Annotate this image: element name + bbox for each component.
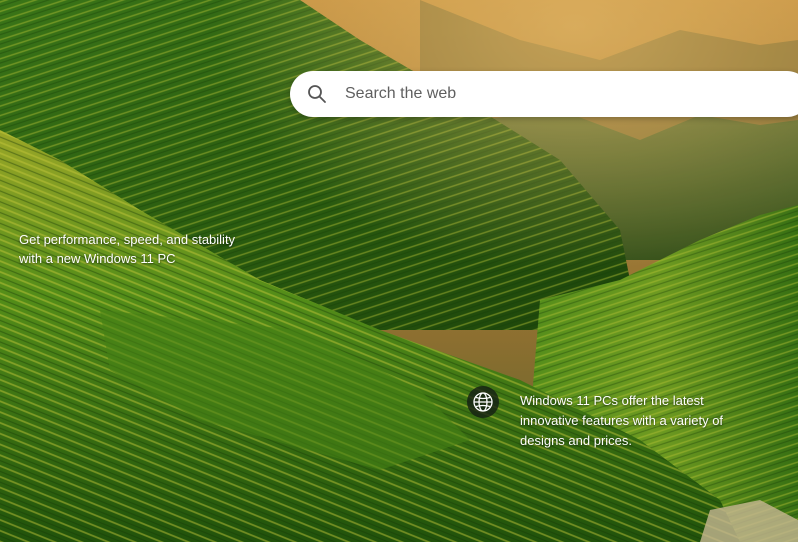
promo-line-1: Get performance, speed, and stability: [19, 232, 236, 247]
search-input[interactable]: [345, 81, 785, 107]
new-tab-page: Get performance, speed, and stability wi…: [0, 0, 798, 542]
search-box[interactable]: [290, 71, 798, 117]
search-icon: [308, 85, 326, 103]
image-info-button[interactable]: [467, 386, 499, 418]
globe-icon: [473, 392, 493, 412]
promo-line-2: with a new Windows 11 PC: [19, 251, 176, 266]
image-info-text[interactable]: Windows 11 PCs offer the latest innovati…: [520, 391, 760, 451]
promo-link[interactable]: Get performance, speed, and stability wi…: [19, 230, 269, 268]
